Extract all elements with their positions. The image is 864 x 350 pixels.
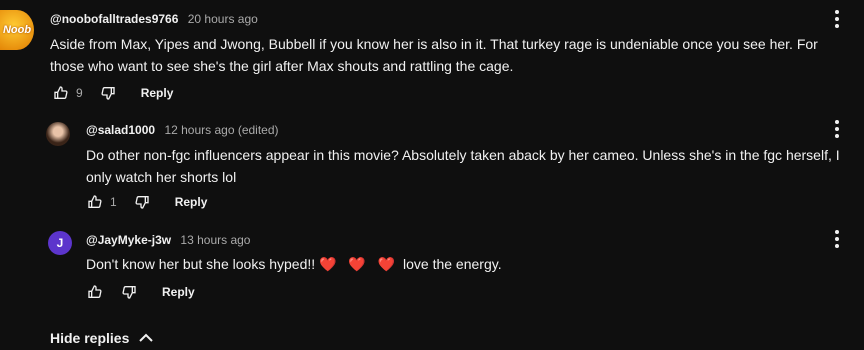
more-actions-icon[interactable] bbox=[829, 8, 845, 30]
comment-text: Don't know her but she looks hyped!! ❤️ … bbox=[86, 253, 856, 275]
timestamp[interactable]: 12 hours ago (edited) bbox=[164, 123, 278, 137]
heart-emojis: ❤️ ❤️ ❤️ bbox=[319, 256, 400, 272]
thumbs-down-icon bbox=[101, 87, 115, 100]
like-button[interactable] bbox=[84, 191, 106, 213]
timestamp[interactable]: 13 hours ago bbox=[180, 233, 250, 247]
comment-text: Aside from Max, Yipes and Jwong, Bubbell… bbox=[50, 36, 818, 74]
reply-button[interactable]: Reply bbox=[175, 195, 208, 209]
author-name[interactable]: @salad1000 bbox=[86, 123, 155, 137]
comment-text: Do other non-fgc influencers appear in t… bbox=[86, 147, 840, 185]
avatar[interactable]: J bbox=[48, 231, 72, 255]
dislike-button[interactable] bbox=[97, 82, 119, 104]
comment-actions: 1 Reply bbox=[84, 191, 207, 213]
thumbs-up-icon bbox=[88, 285, 102, 298]
hide-replies-label: Hide replies bbox=[50, 330, 130, 346]
dislike-button[interactable] bbox=[118, 281, 140, 303]
like-button[interactable] bbox=[50, 82, 72, 104]
author-name[interactable]: @noobofalltrades9766 bbox=[50, 12, 178, 26]
avatar-letter: J bbox=[56, 236, 64, 250]
avatar-logo-text: Noob bbox=[2, 24, 32, 36]
comment-header: @noobofalltrades9766 20 hours ago bbox=[50, 12, 258, 26]
timestamp[interactable]: 20 hours ago bbox=[188, 12, 258, 26]
avatar[interactable]: Noob bbox=[0, 10, 34, 50]
comment-actions: 9 Reply bbox=[50, 82, 173, 104]
chevron-up-icon bbox=[139, 333, 154, 342]
comment-header: @salad1000 12 hours ago (edited) bbox=[86, 123, 279, 137]
more-actions-icon[interactable] bbox=[829, 228, 845, 250]
thumbs-down-icon bbox=[135, 196, 149, 209]
reply-button[interactable]: Reply bbox=[162, 285, 195, 299]
like-button[interactable] bbox=[84, 281, 106, 303]
thumbs-up-icon bbox=[88, 195, 102, 208]
author-name[interactable]: @JayMyke-j3w bbox=[86, 233, 171, 247]
comment-text-after: love the energy. bbox=[403, 256, 502, 272]
comment-text-before: Don't know her but she looks hyped!! bbox=[86, 256, 316, 272]
reply-button[interactable]: Reply bbox=[141, 86, 174, 100]
hide-replies-button[interactable]: Hide replies bbox=[50, 330, 154, 346]
avatar[interactable] bbox=[46, 122, 70, 146]
thumbs-up-icon bbox=[54, 86, 68, 99]
comment-header: @JayMyke-j3w 13 hours ago bbox=[86, 233, 250, 247]
comment-actions: Reply bbox=[84, 281, 195, 303]
thumbs-down-icon bbox=[122, 286, 136, 299]
like-count: 9 bbox=[76, 86, 83, 100]
dislike-button[interactable] bbox=[131, 191, 153, 213]
like-count: 1 bbox=[110, 195, 117, 209]
more-actions-icon[interactable] bbox=[829, 118, 845, 140]
